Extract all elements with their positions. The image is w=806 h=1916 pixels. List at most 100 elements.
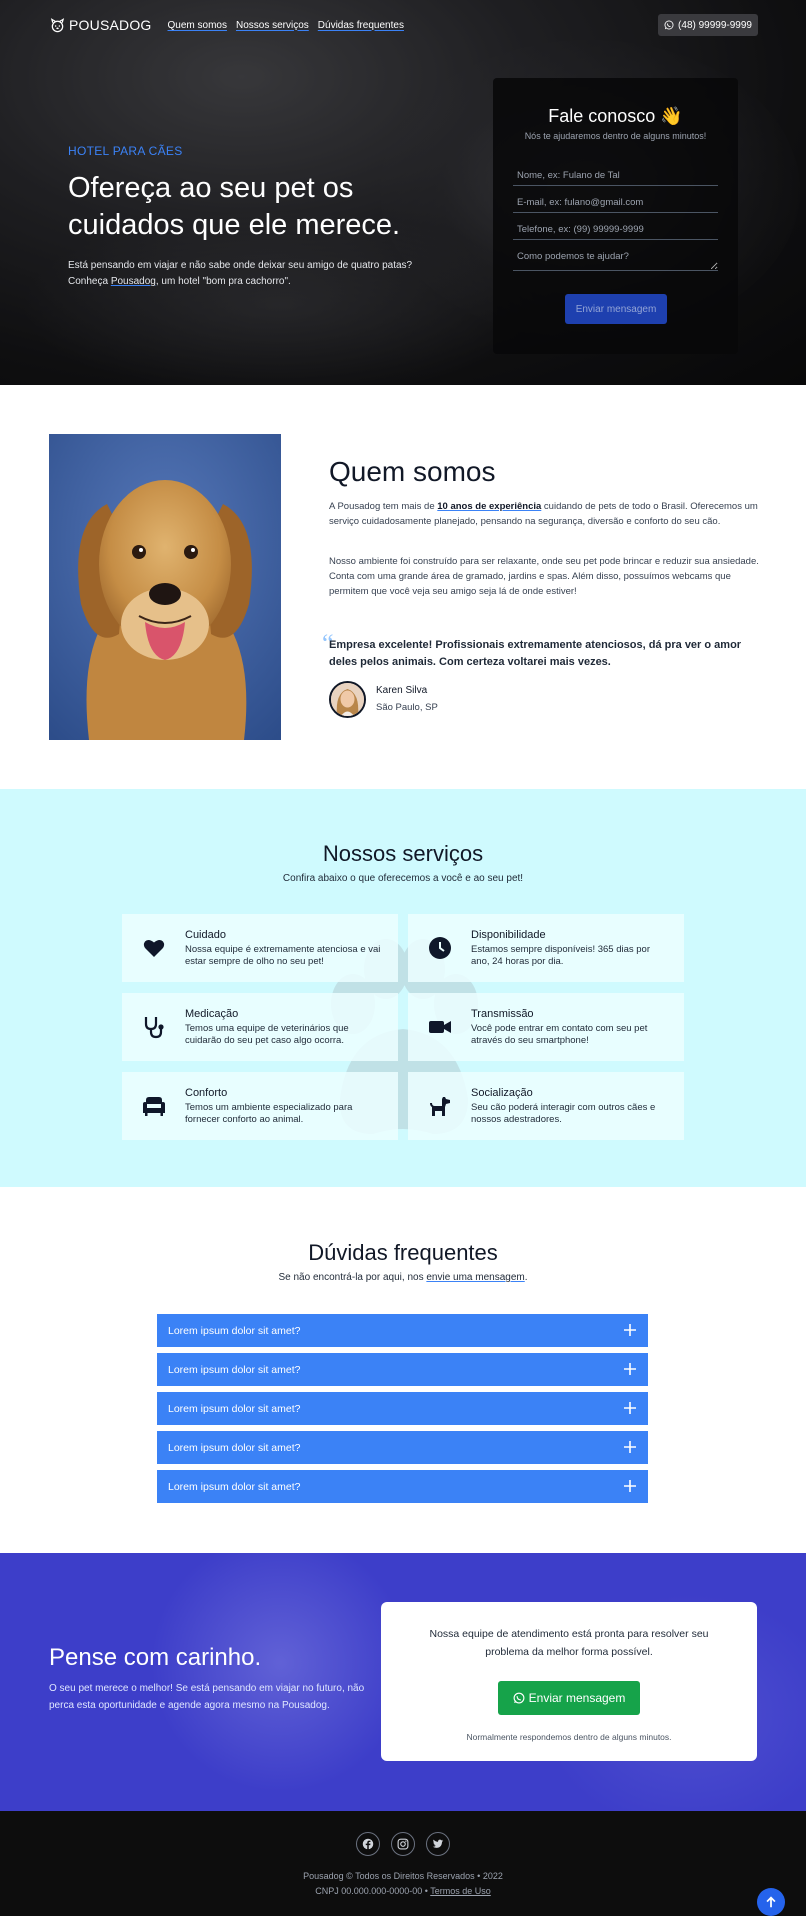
logo-text: POUSADOG [69,17,152,33]
whatsapp-icon [664,20,674,30]
message-field[interactable] [513,247,718,271]
faq-item[interactable]: Lorem ipsum dolor sit amet? [157,1314,648,1347]
contact-form-subtitle: Nós te ajudaremos dentro de alguns minut… [524,131,707,141]
testimonial-author-location: São Paulo, SP [376,702,438,713]
whatsapp-button-label: Enviar mensagem [528,1691,626,1705]
clock-icon [429,937,451,959]
instagram-icon [397,1838,409,1850]
service-title: Cuidado [185,929,226,941]
cta-background-image [150,1553,410,1793]
nav-link-nossos-servicos[interactable]: Nossos serviços [236,20,309,31]
top-nav: POUSADOG Quem somos Nossos serviços Dúvi… [50,14,758,36]
about-paragraph-1-text-a: A Pousadog tem mais de [329,501,438,512]
faq-subtitle-text-a: Se não encontrá-la por aqui, nos [278,1272,427,1283]
plus-icon [624,1441,636,1453]
whatsapp-send-button[interactable]: Enviar mensagem [498,1681,640,1715]
faq-item[interactable]: Lorem ipsum dolor sit amet? [157,1353,648,1386]
services-section: Nossos serviços Confira abaixo o que ofe… [0,789,806,1187]
testimonial-quote: Empresa excelente! Profissionais extrema… [329,639,742,668]
send-message-link[interactable]: envie uma mensagem [426,1272,524,1283]
cta-description: O seu pet merece o melhor! Se está pensa… [49,1683,365,1711]
terms-link[interactable]: Termos de Uso [430,1886,491,1896]
logo[interactable]: POUSADOG [50,17,152,33]
phone-field[interactable] [513,220,718,240]
service-description: Temos um ambiente especializado para for… [185,1102,353,1125]
service-description: Você pode entrar em contato com seu pet … [471,1023,648,1046]
service-description: Seu cão poderá interagir com outros cães… [471,1102,656,1125]
plus-icon [624,1324,636,1336]
phone-button[interactable]: (48) 99999-9999 [658,14,758,36]
twitter-link[interactable] [426,1832,450,1856]
plus-icon [624,1480,636,1492]
service-description: Nossa equipe é extremamente atenciosa e … [185,944,381,967]
avatar-image [331,683,364,716]
dog-logo-icon [50,17,65,32]
faq-question: Lorem ipsum dolor sit amet? [168,1324,301,1337]
dog-icon [430,1097,450,1116]
service-card-cuidado: Cuidado Nossa equipe é extremamente aten… [122,914,398,982]
email-field[interactable] [513,193,718,213]
arrow-up-icon [766,1896,776,1908]
service-card-disponibilidade: Disponibilidade Estamos sempre disponíve… [408,914,684,982]
plus-icon [624,1402,636,1414]
hero-section: POUSADOG Quem somos Nossos serviços Dúvi… [0,0,806,385]
facebook-icon [362,1838,374,1850]
faq-question: Lorem ipsum dolor sit amet? [168,1480,301,1493]
faq-subtitle: Se não encontrá-la por aqui, nos envie u… [0,1272,806,1283]
dog-illustration [49,434,281,740]
cta-section: Pense com carinho. O seu pet merece o me… [0,1553,806,1811]
cta-title: Pense com carinho. [49,1644,262,1671]
faq-item[interactable]: Lorem ipsum dolor sit amet? [157,1431,648,1464]
facebook-link[interactable] [356,1832,380,1856]
faq-item[interactable]: Lorem ipsum dolor sit amet? [157,1470,648,1503]
instagram-link[interactable] [391,1832,415,1856]
stethoscope-icon [144,1017,164,1039]
faq-subtitle-text-b: . [524,1272,528,1283]
hero-description-line2b: , um hotel "bom pra cachorro". [155,276,291,287]
hero-description-line2a: Conheça [68,276,111,287]
phone-number: (48) 99999-9999 [678,19,752,31]
hero-description-line1: Está pensando em viajar e não sabe onde … [68,260,413,271]
heart-icon [143,939,165,957]
footer-cnpj: CNPJ 00.000.000-0000-00 • [315,1886,431,1896]
golden-retriever-photo [49,434,281,740]
contact-form-title: Fale conosco 👋 [548,106,683,126]
service-description: Estamos sempre disponíveis! 365 dias por… [471,944,651,967]
about-paragraph-1: A Pousadog tem mais de 10 anos de experi… [329,499,759,529]
back-to-top-circle [757,1888,785,1916]
footer: Pousadog © Todos os Direitos Reservados … [0,1811,806,1916]
service-card-socializacao: Socialização Seu cão poderá interagir co… [408,1072,684,1140]
back-to-top-button[interactable] [757,1888,785,1916]
about-title: Quem somos [329,456,496,487]
faq-question: Lorem ipsum dolor sit amet? [168,1363,301,1376]
services-title: Nossos serviços [322,841,484,866]
hero-content: HOTEL PARA CÃES Ofereça ao seu pet os cu… [68,144,448,290]
send-message-button[interactable]: Enviar mensagem [565,294,667,324]
avatar [329,681,366,718]
faq-title: Dúvidas frequentes [308,1240,498,1265]
service-title: Conforto [185,1087,228,1099]
faq-question: Lorem ipsum dolor sit amet? [168,1402,301,1415]
video-camera-icon [429,1021,451,1033]
service-card-medicacao: Medicação Temos uma equipe de veterinári… [122,993,398,1061]
footer-copyright: Pousadog © Todos os Direitos Reservados … [303,1871,503,1881]
nav-link-quem-somos[interactable]: Quem somos [168,20,227,31]
testimonial-author-name: Karen Silva [376,685,428,696]
service-title: Disponibilidade [471,929,546,941]
contact-form: Fale conosco 👋 Nós te ajudaremos dentro … [493,78,738,354]
nav-link-duvidas-frequentes[interactable]: Dúvidas frequentes [318,20,404,31]
faq-item[interactable]: Lorem ipsum dolor sit amet? [157,1392,648,1425]
pousadog-link[interactable]: Pousadog [111,276,156,287]
service-description: Temos uma equipe de veterinários que cui… [185,1023,349,1046]
whatsapp-icon [513,1692,525,1704]
faq-question: Lorem ipsum dolor sit amet? [168,1441,301,1454]
service-card-transmissao: Transmissão Você pode entrar em contato … [408,993,684,1061]
couch-icon [143,1097,165,1116]
cta-response-note: Normalmente respondemos dentro de alguns… [466,1732,672,1742]
nav-links: Quem somos Nossos serviços Dúvidas frequ… [168,20,413,31]
hero-eyebrow: HOTEL PARA CÃES [68,144,183,158]
services-subtitle: Confira abaixo o que oferecemos a você e… [282,873,524,884]
twitter-icon [432,1839,444,1848]
name-field[interactable] [513,166,718,186]
service-title: Socialização [471,1087,533,1099]
